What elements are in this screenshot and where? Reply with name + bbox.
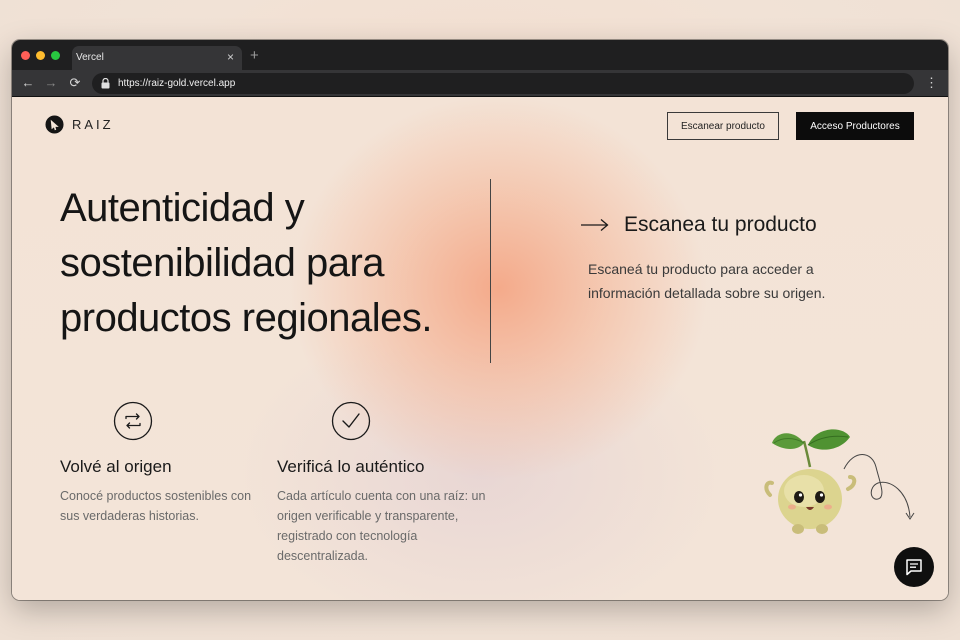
cycle-icon <box>113 401 153 441</box>
logo-icon <box>45 115 64 134</box>
close-window-button[interactable] <box>21 51 30 60</box>
title-bar: Vercel × + <box>12 40 948 70</box>
divider <box>490 179 491 363</box>
feature-description: Cada artículo cuenta con una raíz: un or… <box>277 489 486 563</box>
minimize-window-button[interactable] <box>36 51 45 60</box>
url-text: https://raiz-gold.vercel.app <box>118 78 236 89</box>
chat-button[interactable] <box>894 547 934 587</box>
producers-access-button[interactable]: Acceso Productores <box>796 112 914 140</box>
new-tab-icon[interactable]: + <box>250 48 259 63</box>
browser-toolbar: ← → ⟳ https://raiz-gold.vercel.app ⋮ <box>12 70 948 97</box>
logo[interactable]: RAIZ <box>45 115 114 134</box>
lock-icon <box>101 78 110 89</box>
hero-line-1: Autenticidad y <box>60 186 305 230</box>
back-icon[interactable]: ← <box>21 76 35 90</box>
feature-title: Verificá lo auténtico <box>277 457 425 476</box>
hero-heading: Autenticidad y sostenibilidad para produ… <box>60 181 490 346</box>
browser-window: Vercel × + ← → ⟳ https://raiz-gold.verce… <box>12 40 948 600</box>
hero-line-3: productos regionales. <box>60 296 432 340</box>
curved-arrow-icon <box>843 454 915 520</box>
page-content: RAIZ Escanear producto Acceso Productore… <box>12 97 948 600</box>
hero-line-2: sostenibilidad para <box>60 241 385 285</box>
feature-title: Volvé al origen <box>60 457 172 476</box>
maximize-window-button[interactable] <box>51 51 60 60</box>
reload-icon[interactable]: ⟳ <box>68 76 82 90</box>
scan-title: Escanea tu producto <box>624 213 817 236</box>
scan-description: Escaneá tu producto para acceder a infor… <box>588 261 826 301</box>
browser-menu-icon[interactable]: ⋮ <box>925 76 938 90</box>
tab-title: Vercel <box>76 52 104 63</box>
forward-icon[interactable]: → <box>44 76 58 90</box>
feature-description: Conocé productos sostenibles con sus ver… <box>60 489 252 523</box>
window-controls <box>21 51 60 60</box>
logo-text: RAIZ <box>72 117 114 132</box>
chat-icon <box>906 559 922 576</box>
scan-product-button[interactable]: Escanear producto <box>667 112 779 140</box>
browser-tab[interactable]: Vercel × <box>72 46 242 70</box>
tab-close-icon[interactable]: × <box>227 51 234 63</box>
arrow-right-icon <box>581 219 609 231</box>
check-circle-icon <box>331 401 371 441</box>
address-bar[interactable]: https://raiz-gold.vercel.app <box>92 73 914 94</box>
scan-link[interactable]: Escanea tu producto <box>580 213 817 237</box>
